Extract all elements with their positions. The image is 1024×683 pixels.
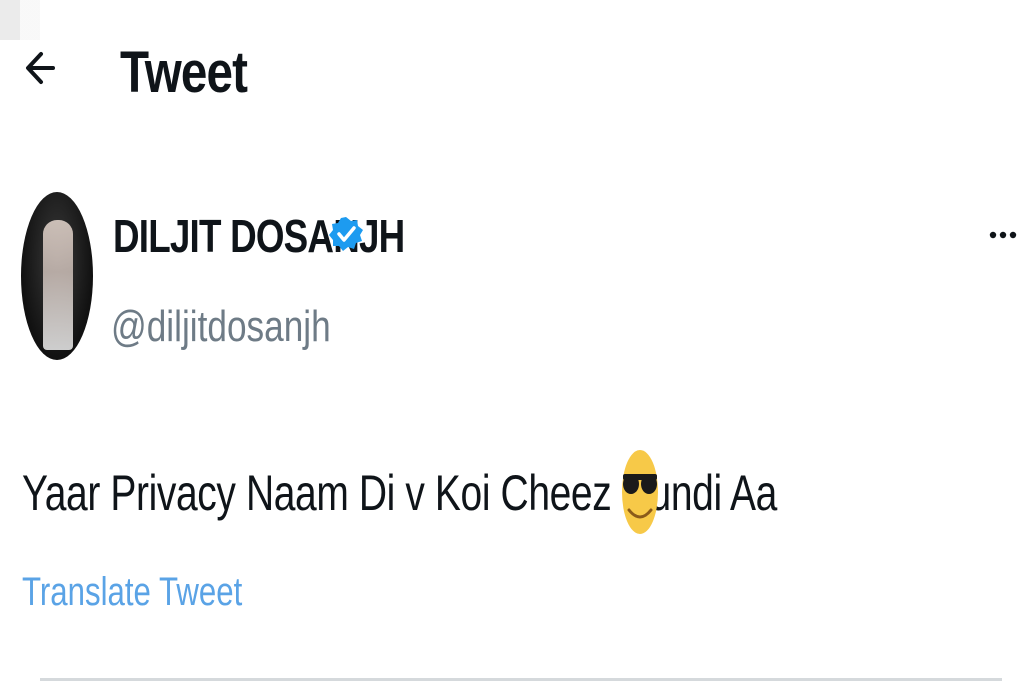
divider <box>40 678 1002 681</box>
smiling-face-with-sunglasses-icon <box>622 450 658 534</box>
author-handle[interactable]: @diljitdosanjh <box>111 300 331 354</box>
tweet-page: Tweet DILJIT DOSANJH @diljitdosanjh Yaar… <box>0 0 1024 683</box>
back-arrow-icon <box>26 52 55 84</box>
verified-badge-icon <box>329 217 363 251</box>
more-options-icon[interactable] <box>982 220 1024 250</box>
back-button[interactable] <box>18 46 62 90</box>
avatar-image <box>43 220 73 350</box>
tweet-text: Yaar Privacy Naam Di v Koi Cheez Hundi A… <box>22 465 777 521</box>
translate-tweet-link[interactable]: Translate Tweet <box>22 566 242 618</box>
avatar[interactable] <box>21 192 93 360</box>
header: Tweet <box>0 30 1024 120</box>
page-title: Tweet <box>120 40 248 105</box>
